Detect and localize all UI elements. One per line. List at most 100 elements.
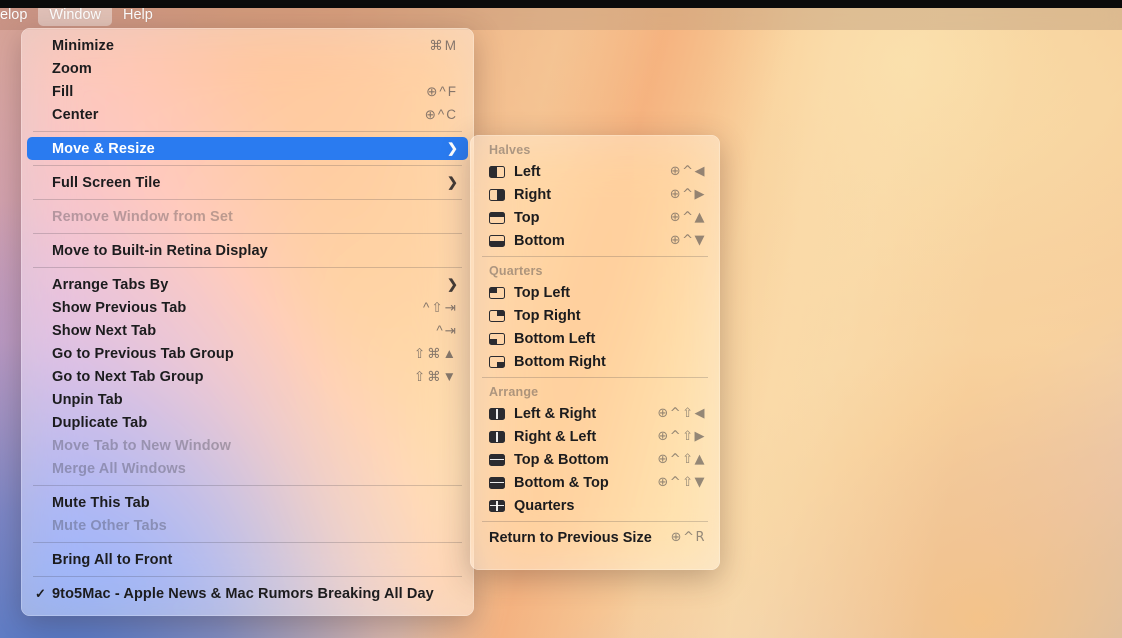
submenu-item-shortcut: ⊕^⇧▶: [657, 429, 706, 444]
menu-item-arrange-tabs-by[interactable]: Arrange Tabs By ❯: [27, 273, 468, 296]
submenu-item-shortcut: ⊕^▶: [669, 187, 706, 202]
menu-item-label: Show Next Tab: [52, 322, 157, 339]
submenu-item-bottom-left[interactable]: Bottom Left: [476, 327, 714, 350]
submenu-group-title-halves: Halves: [489, 143, 531, 157]
menu-item-label: Show Previous Tab: [52, 299, 187, 316]
menu-item-fill[interactable]: Fill ⊕^F: [27, 80, 468, 103]
menu-item-label: Bring All to Front: [52, 551, 173, 568]
submenu-item-quarters[interactable]: Quarters: [476, 494, 714, 517]
menu-item-minimize[interactable]: Minimize ⌘M: [27, 34, 468, 57]
desktop-screen: elop Window Help Minimize ⌘M Zoom Fill ⊕…: [0, 0, 1122, 638]
submenu-item-shortcut: ⊕^▲: [669, 210, 706, 225]
submenu-item-return-to-previous-size[interactable]: Return to Previous Size ⊕^R: [476, 526, 714, 549]
arrange-right-left-icon: [489, 430, 505, 443]
menu-item-label: Fill: [52, 83, 74, 100]
submenu-item-bottom[interactable]: Bottom ⊕^▼: [476, 229, 714, 252]
menu-item-label: Merge All Windows: [52, 460, 186, 477]
submenu-item-right[interactable]: Right ⊕^▶: [476, 183, 714, 206]
submenu-item-left-and-right[interactable]: Left & Right ⊕^⇧◀: [476, 402, 714, 425]
menu-item-label: Arrange Tabs By: [52, 276, 169, 293]
menu-item-label: Full Screen Tile: [52, 174, 161, 191]
menu-item-shortcut: ^⇥: [436, 322, 458, 338]
submenu-item-label: Top: [514, 209, 540, 226]
arrange-top-bottom-icon: [489, 453, 505, 466]
submenu-separator: [482, 377, 708, 378]
menu-separator: [33, 542, 462, 543]
submenu-item-right-and-left[interactable]: Right & Left ⊕^⇧▶: [476, 425, 714, 448]
menu-item-move-and-resize[interactable]: Move & Resize ❯: [27, 137, 468, 160]
window-quarter-top-left-icon: [489, 286, 505, 299]
menu-item-show-next-tab[interactable]: Show Next Tab ^⇥: [27, 319, 468, 342]
submenu-item-shortcut: ⊕^⇧▲: [657, 452, 706, 467]
menu-item-label: Move to Built-in Retina Display: [52, 242, 268, 259]
submenu-item-label: Left: [514, 163, 541, 180]
menu-item-zoom[interactable]: Zoom: [27, 57, 468, 80]
menu-item-window-9to5mac[interactable]: ✓ 9to5Mac - Apple News & Mac Rumors Brea…: [27, 582, 468, 605]
submenu-item-top-right[interactable]: Top Right: [476, 304, 714, 327]
window-quarter-bottom-left-icon: [489, 332, 505, 345]
submenu-item-label: Bottom Left: [514, 330, 596, 347]
submenu-item-shortcut: ⊕^◀: [669, 164, 706, 179]
submenu-item-label: Right & Left: [514, 428, 597, 445]
chevron-right-icon: ❯: [447, 276, 458, 292]
submenu-item-top-left[interactable]: Top Left: [476, 281, 714, 304]
menu-item-label: Duplicate Tab: [52, 414, 148, 431]
menu-item-bring-all-to-front[interactable]: Bring All to Front: [27, 548, 468, 571]
menu-item-label: Unpin Tab: [52, 391, 123, 408]
screen-top-bezel: [0, 0, 1122, 8]
menu-separator: [33, 165, 462, 166]
menu-item-show-previous-tab[interactable]: Show Previous Tab ^⇧⇥: [27, 296, 468, 319]
window-half-right-icon: [489, 188, 505, 201]
submenu-item-label: Bottom: [514, 232, 565, 249]
menu-item-unpin-tab[interactable]: Unpin Tab: [27, 388, 468, 411]
menu-item-shortcut: ⇧⌘▼: [413, 368, 458, 384]
menu-separator: [33, 131, 462, 132]
submenu-item-top[interactable]: Top ⊕^▲: [476, 206, 714, 229]
menu-item-label: Go to Next Tab Group: [52, 368, 204, 385]
menu-item-move-to-builtin-retina-display[interactable]: Move to Built-in Retina Display: [27, 239, 468, 262]
window-half-bottom-icon: [489, 234, 505, 247]
submenu-item-label: Bottom & Top: [514, 474, 609, 491]
submenu-item-label: Return to Previous Size: [489, 529, 652, 546]
arrange-left-right-icon: [489, 407, 505, 420]
submenu-item-top-and-bottom[interactable]: Top & Bottom ⊕^⇧▲: [476, 448, 714, 471]
submenu-item-label: Top Right: [514, 307, 581, 324]
menu-item-label: Move & Resize: [52, 140, 155, 157]
submenu-item-bottom-right[interactable]: Bottom Right: [476, 350, 714, 373]
move-and-resize-submenu: Halves Left ⊕^◀ Right ⊕^▶ Top ⊕^▲ Bottom…: [470, 135, 720, 570]
menu-item-label: Center: [52, 106, 99, 123]
menu-item-center[interactable]: Center ⊕^C: [27, 103, 468, 126]
menu-item-full-screen-tile[interactable]: Full Screen Tile ❯: [27, 171, 468, 194]
menu-item-duplicate-tab[interactable]: Duplicate Tab: [27, 411, 468, 434]
menu-item-label: Go to Previous Tab Group: [52, 345, 234, 362]
menu-item-label: Minimize: [52, 37, 115, 54]
menu-item-label: Mute Other Tabs: [52, 517, 167, 534]
menu-separator: [33, 199, 462, 200]
arrange-bottom-top-icon: [489, 476, 505, 489]
submenu-item-left[interactable]: Left ⊕^◀: [476, 160, 714, 183]
submenu-item-label: Quarters: [514, 497, 575, 514]
menu-item-go-to-previous-tab-group[interactable]: Go to Previous Tab Group ⇧⌘▲: [27, 342, 468, 365]
chevron-right-icon: ❯: [447, 174, 458, 190]
arrange-quarters-icon: [489, 499, 505, 512]
submenu-item-bottom-and-top[interactable]: Bottom & Top ⊕^⇧▼: [476, 471, 714, 494]
menu-item-go-to-next-tab-group[interactable]: Go to Next Tab Group ⇧⌘▼: [27, 365, 468, 388]
checkmark-icon: ✓: [35, 585, 46, 601]
menu-separator: [33, 485, 462, 486]
window-menu: Minimize ⌘M Zoom Fill ⊕^F Center ⊕^C Mov…: [21, 28, 474, 616]
menu-item-mute-this-tab[interactable]: Mute This Tab: [27, 491, 468, 514]
menu-separator: [33, 576, 462, 577]
submenu-item-label: Top Left: [514, 284, 571, 301]
menu-item-label: 9to5Mac - Apple News & Mac Rumors Breaki…: [52, 585, 434, 602]
menu-item-move-tab-to-new-window: Move Tab to New Window: [27, 434, 468, 457]
menu-item-label: Move Tab to New Window: [52, 437, 232, 454]
submenu-item-shortcut: ⊕^⇧▼: [657, 475, 706, 490]
window-quarter-top-right-icon: [489, 309, 505, 322]
submenu-item-shortcut: ⊕^R: [670, 530, 706, 545]
submenu-separator: [482, 256, 708, 257]
menu-item-shortcut: ⌘M: [429, 37, 458, 53]
menu-item-mute-other-tabs: Mute Other Tabs: [27, 514, 468, 537]
menu-item-remove-window-from-set: Remove Window from Set: [27, 205, 468, 228]
window-quarter-bottom-right-icon: [489, 355, 505, 368]
submenu-group-title-arrange: Arrange: [489, 385, 539, 399]
